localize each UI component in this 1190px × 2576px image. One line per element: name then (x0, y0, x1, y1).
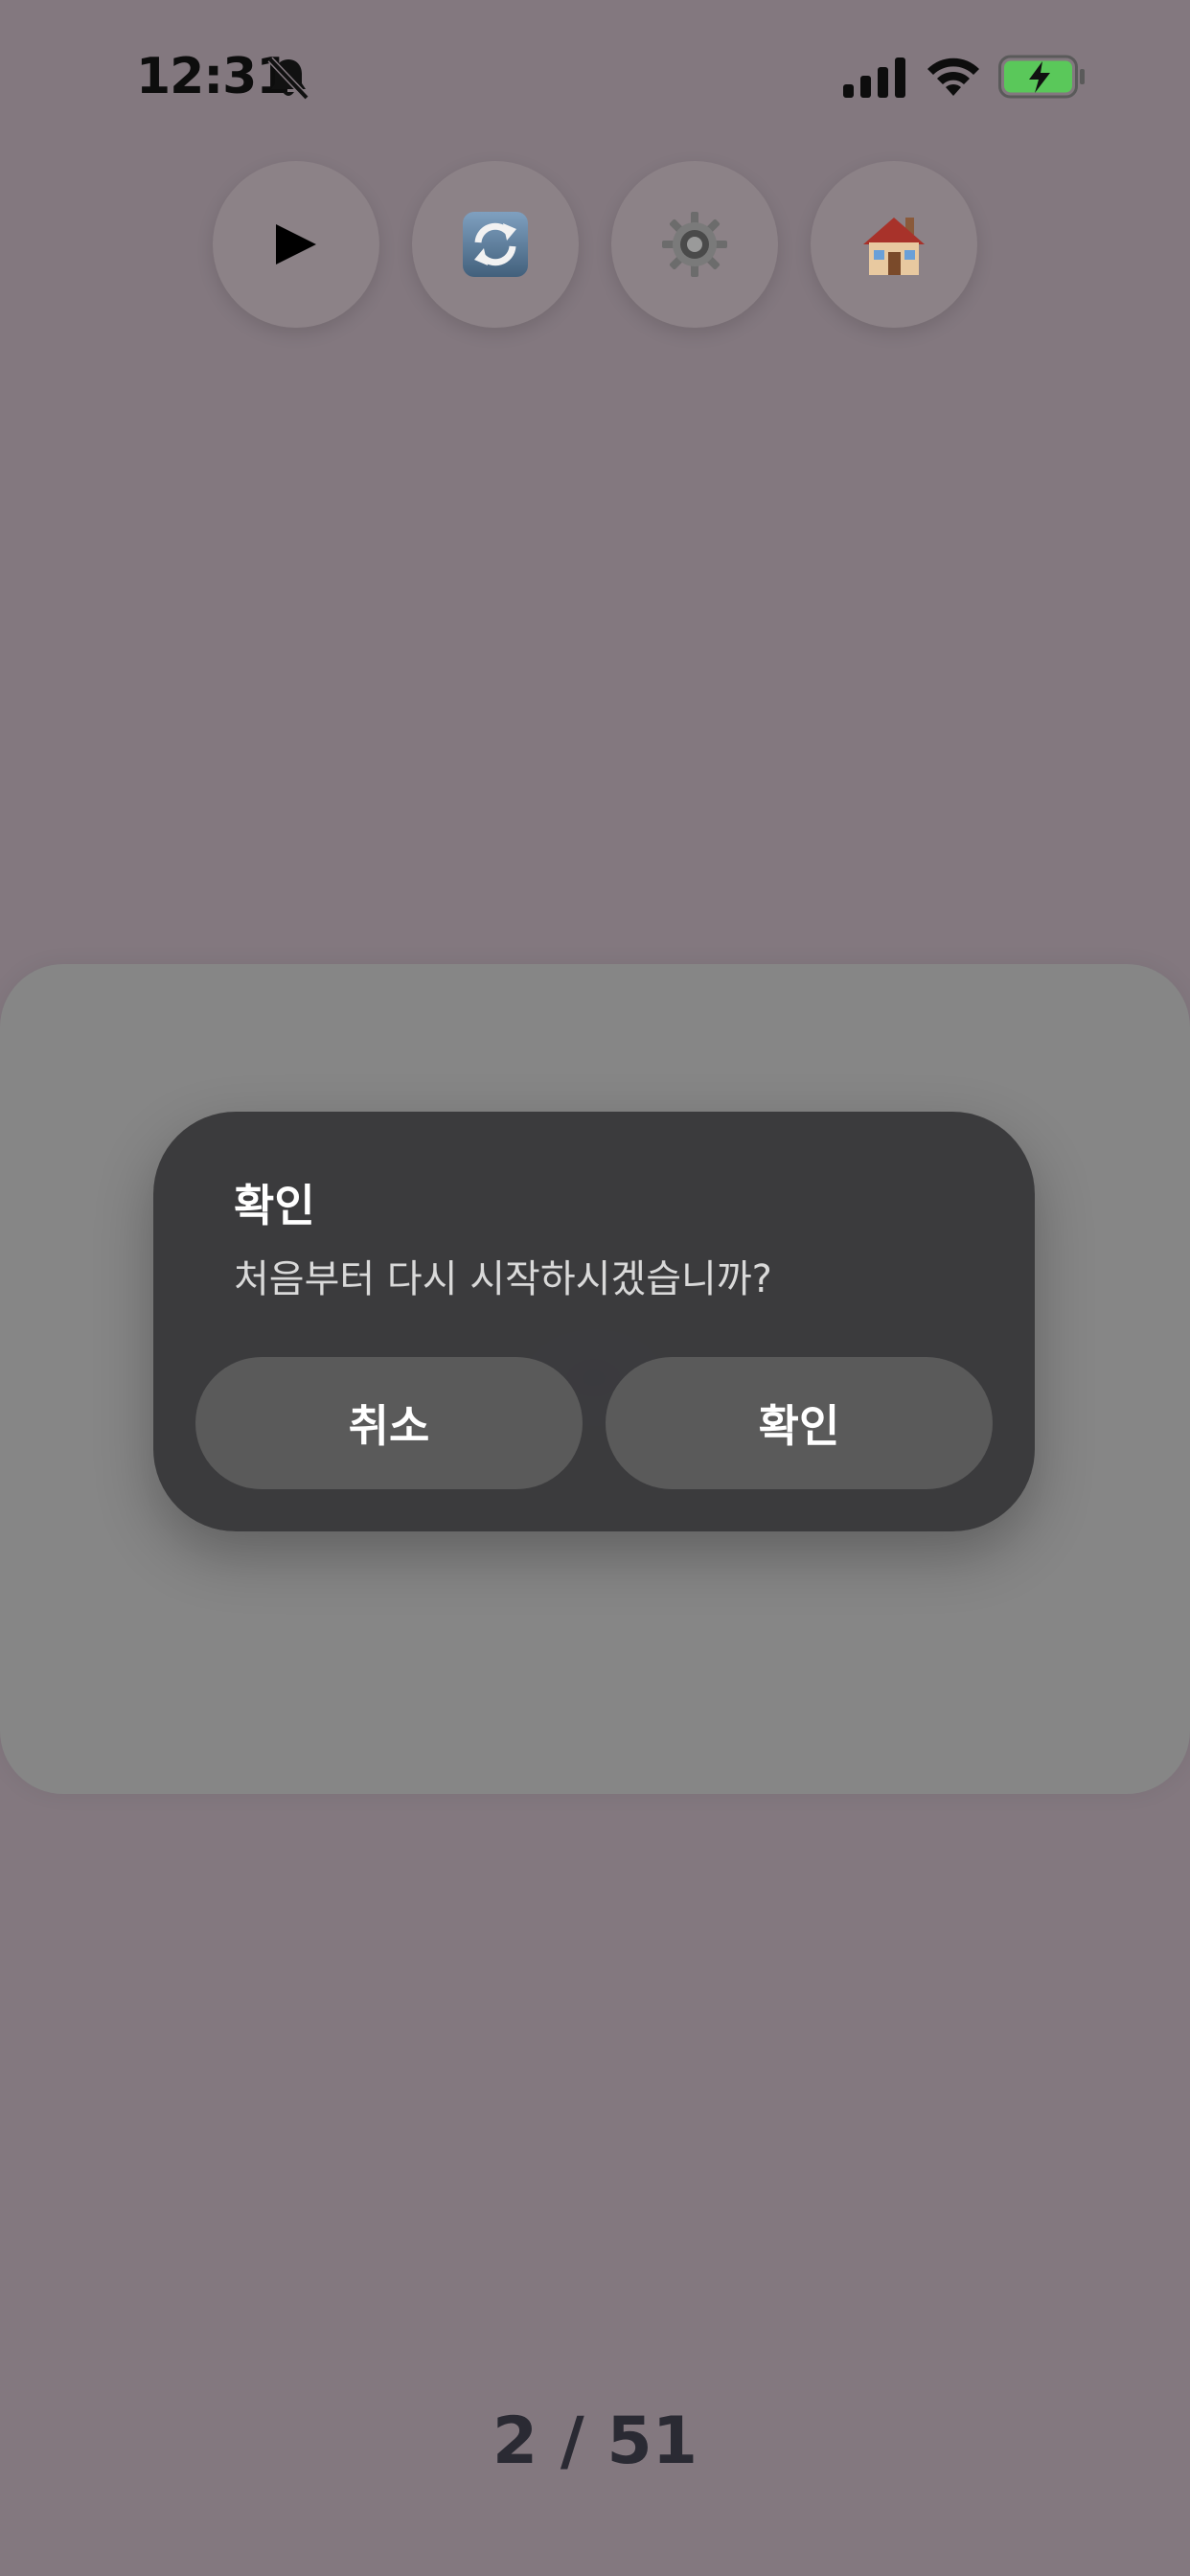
gear-icon (662, 212, 727, 277)
restart-icon (463, 212, 528, 277)
battery-charging-icon (998, 55, 1085, 99)
page-indicator: 2 / 51 (492, 2404, 698, 2479)
restart-button[interactable] (412, 161, 579, 328)
play-icon (276, 224, 316, 264)
confirm-button[interactable]: 확인 (606, 1357, 993, 1489)
dialog-message: 처음부터 다시 시작하시겠습니까? (234, 1257, 772, 1301)
settings-button[interactable] (611, 161, 778, 328)
bell-slash-icon (267, 57, 309, 101)
dialog-title: 확인 (234, 1180, 315, 1231)
wifi-icon (927, 58, 979, 96)
status-bar: 12:31 (0, 0, 1190, 153)
cellular-signal-icon (843, 58, 905, 98)
home-button[interactable] (811, 161, 977, 328)
cancel-button[interactable]: 취소 (195, 1357, 583, 1489)
home-icon (863, 218, 925, 275)
play-button[interactable] (213, 161, 379, 328)
confirm-dialog: 확인 처음부터 다시 시작하시겠습니까? 취소 확인 (153, 1112, 1035, 1531)
